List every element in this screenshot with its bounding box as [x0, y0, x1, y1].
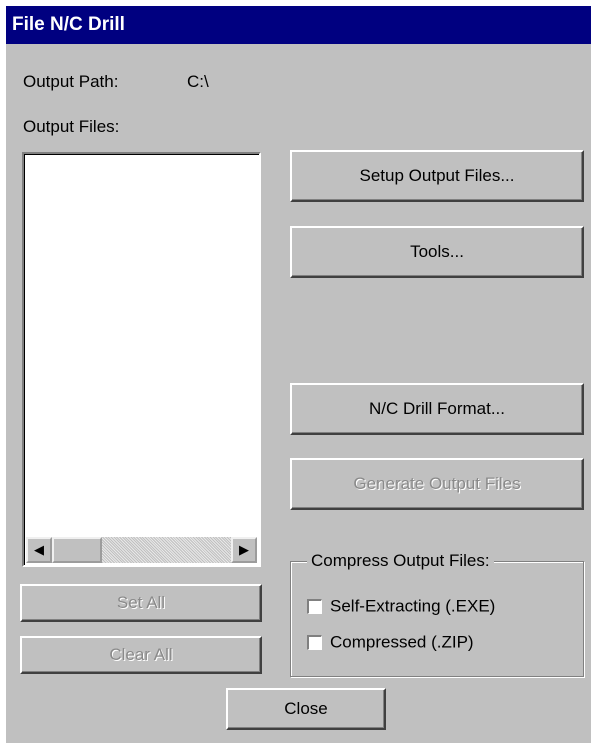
output-path-label: Output Path:: [23, 72, 119, 91]
compress-group-title: Compress Output Files:: [307, 551, 494, 571]
scroll-thumb[interactable]: [52, 537, 102, 563]
compressed-zip-label: Compressed (.ZIP): [330, 632, 474, 652]
self-extracting-label: Self-Extracting (.EXE): [330, 596, 496, 616]
nc-drill-format-button[interactable]: N/C Drill Format...: [290, 383, 584, 435]
setup-output-files-button[interactable]: Setup Output Files...: [290, 150, 584, 202]
clear-all-button[interactable]: Clear All: [20, 636, 262, 674]
compress-output-files-group: Compress Output Files: Self-Extracting (…: [290, 551, 584, 677]
scroll-left-icon[interactable]: ◀: [26, 537, 52, 563]
output-path-value: C:\: [187, 72, 209, 91]
dialog-title: File N/C Drill: [6, 6, 591, 44]
generate-output-files-button[interactable]: Generate Output Files: [290, 458, 584, 510]
file-nc-drill-dialog: File N/C Drill Output Path: C:\ Output F…: [6, 6, 591, 743]
output-files-label: Output Files:: [23, 117, 120, 136]
compressed-zip-checkbox[interactable]: [307, 635, 322, 651]
close-button[interactable]: Close: [226, 688, 386, 730]
tools-button[interactable]: Tools...: [290, 226, 584, 278]
horizontal-scrollbar[interactable]: ◀ ▶: [26, 537, 257, 563]
set-all-button[interactable]: Set All: [20, 584, 262, 622]
compressed-zip-option[interactable]: Compressed (.ZIP): [307, 632, 474, 653]
self-extracting-option[interactable]: Self-Extracting (.EXE): [307, 596, 495, 617]
output-files-list[interactable]: ◀ ▶: [22, 152, 261, 567]
scroll-right-icon[interactable]: ▶: [231, 537, 257, 563]
self-extracting-checkbox[interactable]: [307, 599, 322, 615]
